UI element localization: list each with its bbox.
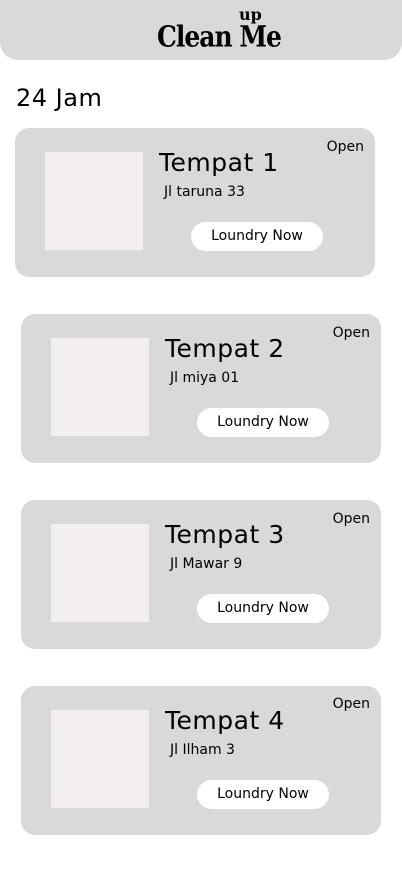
place-card[interactable]: Tempat 3 Jl Mawar 9 Open Loundry Now [21,500,381,649]
place-name: Tempat 3 [165,520,285,549]
laundry-now-button[interactable]: Loundry Now [197,594,329,623]
app-logo: Clean Me [157,19,282,54]
open-status: Open [332,696,370,712]
place-image [51,524,149,622]
laundry-now-button[interactable]: Loundry Now [197,780,329,809]
open-status: Open [332,511,370,527]
place-image [45,152,143,250]
place-card[interactable]: Tempat 2 Jl miya 01 Open Loundry Now [21,314,381,463]
laundry-now-button[interactable]: Loundry Now [191,222,323,251]
section-title: 24 Jam [16,84,103,112]
place-name: Tempat 2 [165,334,285,363]
place-address: Jl Ilham 3 [170,742,235,758]
open-status: Open [332,325,370,341]
place-name: Tempat 1 [159,148,279,177]
open-status: Open [326,139,364,155]
place-address: Jl Mawar 9 [170,556,243,572]
place-address: Jl taruna 33 [164,184,245,200]
place-image [51,710,149,808]
place-address: Jl miya 01 [170,370,240,386]
app-logo-superscript: up [239,5,262,24]
place-card[interactable]: Tempat 4 Jl Ilham 3 Open Loundry Now [21,686,381,835]
place-card[interactable]: Tempat 1 Jl taruna 33 Open Loundry Now [15,128,375,277]
laundry-now-button[interactable]: Loundry Now [197,408,329,437]
place-name: Tempat 4 [165,706,285,735]
place-image [51,338,149,436]
